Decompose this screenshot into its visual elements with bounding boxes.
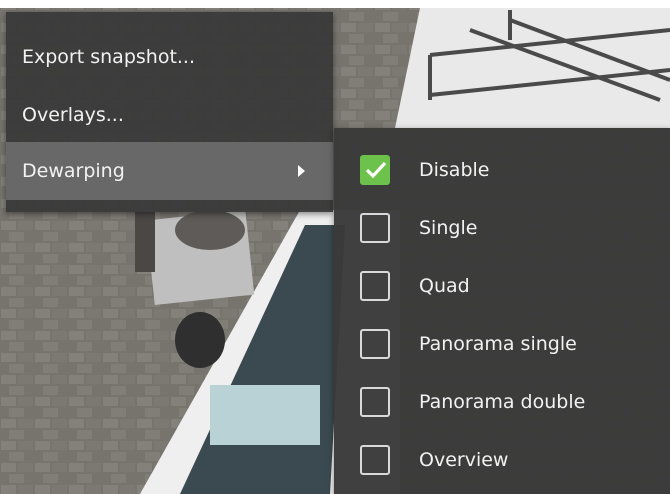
export-snapshot-menu-item[interactable]: Export snapshot... [6,28,333,86]
submenu-item-panorama-single[interactable]: Panorama single [334,315,670,373]
panorama-double-label: Panorama double [419,391,586,413]
disable-checkbox[interactable] [360,155,390,185]
context-menu: Export snapshot... Overlays... Dewarping [6,12,333,212]
checkmark-icon [365,161,387,179]
quad-checkbox[interactable] [360,271,390,301]
submenu-item-panorama-double[interactable]: Panorama double [334,373,670,431]
panorama-double-checkbox[interactable] [360,387,390,417]
panorama-single-label: Panorama single [419,333,577,355]
submenu-item-quad[interactable]: Quad [334,257,670,315]
dewarping-submenu: Disable Single Quad Panorama single Pano… [334,128,670,494]
dewarping-label: Dewarping [22,160,125,182]
disable-label: Disable [419,159,490,181]
triangle-right-icon [298,165,305,177]
single-checkbox[interactable] [360,213,390,243]
submenu-item-single[interactable]: Single [334,199,670,257]
export-snapshot-label: Export snapshot... [22,46,196,68]
overview-checkbox[interactable] [360,445,390,475]
overlays-label: Overlays... [22,104,124,126]
quad-label: Quad [419,275,470,297]
overview-label: Overview [419,449,509,471]
single-label: Single [419,217,478,239]
panorama-single-checkbox[interactable] [360,329,390,359]
dewarping-menu-item[interactable]: Dewarping [6,142,333,200]
submenu-item-overview[interactable]: Overview [334,431,670,489]
overlays-menu-item[interactable]: Overlays... [6,86,333,144]
submenu-item-disable[interactable]: Disable [334,141,670,199]
